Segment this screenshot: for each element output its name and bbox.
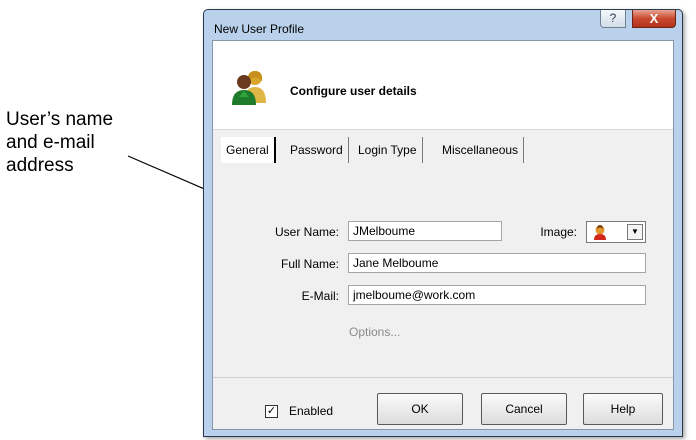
user-name-input[interactable]: [348, 221, 502, 241]
callout-line-1: User’s name: [6, 109, 114, 130]
user-name-label: User Name:: [274, 225, 339, 239]
callout-annotation: User’s name and e-mail address: [6, 108, 186, 177]
enabled-label: Enabled: [289, 404, 334, 418]
callout-line-3: address: [6, 155, 74, 176]
dialog-header: Configure user details: [213, 41, 673, 130]
email-input[interactable]: [348, 285, 646, 305]
help-button[interactable]: Help: [583, 393, 663, 425]
callout-line-2: and e-mail: [6, 132, 95, 153]
tab-login-type[interactable]: Login Type: [353, 137, 423, 163]
ok-button[interactable]: OK: [377, 393, 463, 425]
footer-divider: [213, 377, 673, 378]
users-icon: [232, 71, 266, 105]
tab-bar: General Password Login Type Miscellaneou…: [213, 137, 673, 163]
full-name-label: Full Name:: [280, 257, 339, 271]
enabled-checkbox[interactable]: ✓: [265, 405, 278, 418]
image-label: Image:: [540, 225, 577, 239]
new-user-profile-dialog: New User Profile ? X Configure user deta…: [203, 9, 683, 437]
close-icon[interactable]: X: [632, 10, 676, 28]
tab-general[interactable]: General: [221, 137, 276, 163]
title-bar[interactable]: New User Profile ? X: [204, 10, 682, 40]
options-button[interactable]: Options...: [349, 325, 400, 339]
chevron-down-icon[interactable]: ▼: [627, 224, 643, 240]
cancel-button[interactable]: Cancel: [481, 393, 567, 425]
user-avatar-icon: [594, 225, 606, 240]
help-question-icon[interactable]: ?: [600, 10, 626, 28]
full-name-input[interactable]: [348, 253, 646, 273]
general-tab-panel: User Name: Image: ▼ Full Name: E-Mail: O…: [213, 163, 673, 363]
tab-password[interactable]: Password: [285, 137, 349, 163]
email-label: E-Mail:: [301, 289, 339, 303]
window-title: New User Profile: [214, 22, 305, 36]
dialog-client-area: Configure user details General Password …: [212, 40, 674, 430]
image-select[interactable]: ▼: [586, 221, 646, 243]
header-title: Configure user details: [290, 84, 417, 98]
tab-miscellaneous[interactable]: Miscellaneous: [437, 137, 525, 163]
